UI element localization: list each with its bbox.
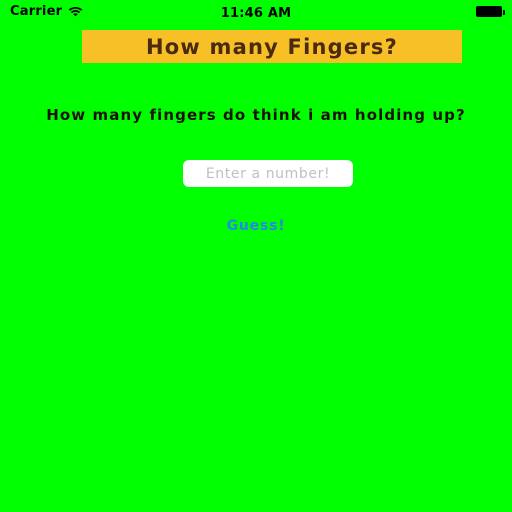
guess-button[interactable]: Guess! <box>0 218 512 234</box>
clock-label: 11:46 AM <box>220 5 292 21</box>
status-bar-left: Carrier <box>10 4 160 19</box>
carrier-label: Carrier <box>10 3 63 19</box>
battery-full-icon <box>476 5 505 17</box>
wifi-icon <box>68 5 83 17</box>
question-prompt: How many fingers do think i am holding u… <box>46 106 466 124</box>
number-input[interactable] <box>183 160 353 187</box>
status-bar-center: 11:46 AM <box>160 2 352 21</box>
page-title: How many Fingers? <box>146 34 398 59</box>
title-banner: How many Fingers? <box>82 30 462 63</box>
status-bar: Carrier 11:46 AM <box>0 0 512 22</box>
status-bar-right <box>352 5 505 17</box>
